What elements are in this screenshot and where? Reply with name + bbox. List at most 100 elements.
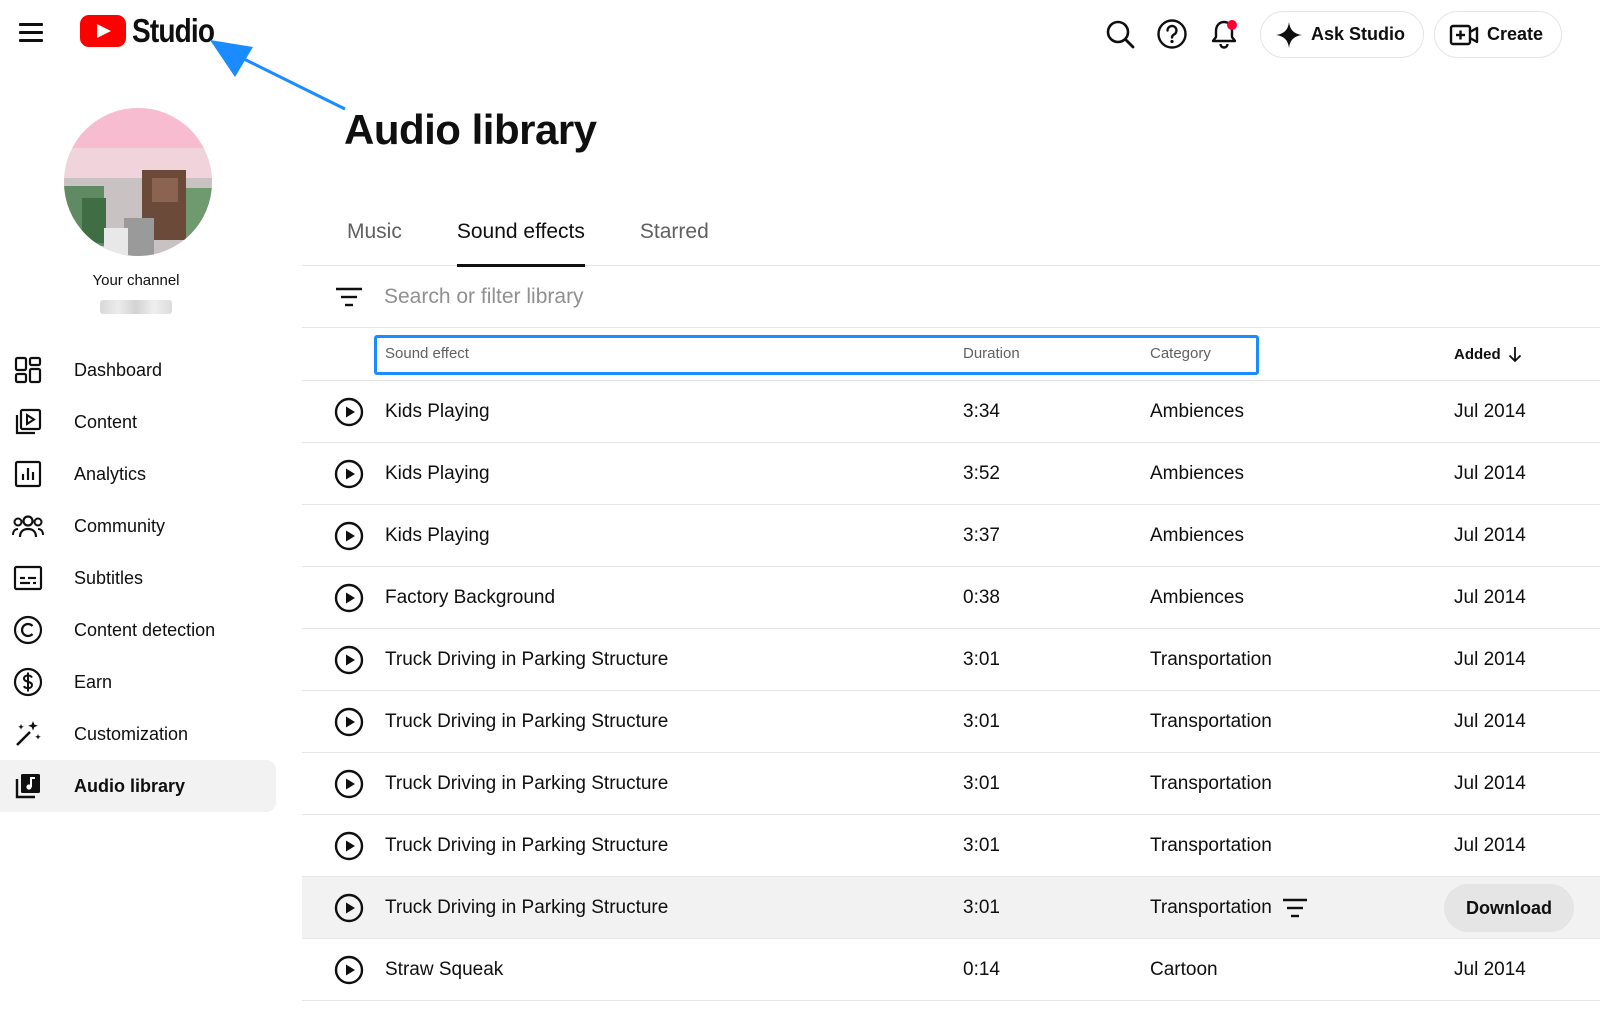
sidebar-item-label: Content detection (74, 619, 216, 640)
play-icon[interactable] (334, 893, 364, 923)
sidebar-item-analytics[interactable]: Analytics (0, 448, 276, 500)
added-date-value: Jul 2014 (1454, 463, 1526, 484)
column-header-category[interactable]: Category (1150, 345, 1211, 362)
table-row[interactable]: Truck Driving in Parking Structure 3:01 Tr… (302, 753, 1600, 815)
sound-effect-name: Truck Driving in Parking Structure (385, 649, 669, 670)
subtitles-icon (12, 562, 44, 594)
table-row[interactable]: Truck Driving in Parking Structure 3:01 Tr… (302, 815, 1600, 877)
sidebar-item-dashboard[interactable]: Dashboard (0, 344, 276, 396)
sidebar-item-label: Content (74, 411, 138, 432)
duration-value: 3:34 (963, 401, 1000, 422)
sidebar-item-content[interactable]: Content (0, 396, 276, 448)
youtube-play-logo-icon (80, 15, 126, 47)
ask-studio-button[interactable]: Ask Studio (1260, 11, 1425, 58)
menu-icon[interactable] (16, 20, 46, 46)
column-header-duration[interactable]: Duration (963, 345, 1020, 362)
table-row[interactable]: Kids Playing 3:34 Ambiences Jul 2014 (302, 381, 1600, 443)
play-icon[interactable] (334, 645, 364, 675)
search-icon[interactable] (1100, 14, 1140, 54)
play-icon[interactable] (334, 459, 364, 489)
sidebar-item-label: Subtitles (74, 567, 144, 588)
play-icon[interactable] (334, 955, 364, 985)
table-row[interactable]: Kids Playing 3:37 Ambiences Jul 2014 (302, 505, 1600, 567)
tab-sound-effects[interactable]: Sound effects (456, 214, 585, 267)
added-date-value: Jul 2014 (1454, 959, 1526, 980)
filter-by-category-icon[interactable] (1282, 897, 1308, 919)
table-row[interactable]: Straw Squeak 0:14 Cartoon Jul 2014 (302, 939, 1600, 1001)
sound-effect-name: Kids Playing (385, 525, 490, 546)
duration-value: 3:01 (963, 649, 1000, 670)
page-title: Audio library (344, 106, 597, 153)
duration-value: 3:01 (963, 711, 1000, 732)
category-value: Transportation (1150, 897, 1272, 918)
youtube-studio-logo[interactable]: Studio (80, 12, 229, 50)
category-value: Cartoon (1150, 959, 1218, 980)
copyright-icon (12, 614, 44, 646)
tab-starred[interactable]: Starred (640, 214, 709, 266)
dollar-icon (12, 666, 44, 698)
added-date-value: Jul 2014 (1454, 525, 1526, 546)
create-button[interactable]: Create (1434, 11, 1563, 58)
play-icon[interactable] (334, 583, 364, 613)
sound-effects-table: Kids Playing 3:34 Ambiences Jul 2014 Kids Pl… (302, 381, 1600, 1001)
duration-value: 3:37 (963, 525, 1000, 546)
sort-arrow-down-icon (1508, 347, 1521, 363)
tab-music[interactable]: Music (347, 214, 402, 266)
play-icon[interactable] (334, 707, 364, 737)
added-date-value: Jul 2014 (1454, 835, 1526, 856)
category-value: Ambiences (1150, 401, 1244, 422)
category-value: Transportation (1150, 835, 1272, 856)
play-icon[interactable] (334, 831, 364, 861)
table-row[interactable]: Kids Playing 3:52 Ambiences Jul 2014 (302, 443, 1600, 505)
sidebar-item-label: Customization (74, 723, 189, 744)
duration-value: 3:52 (963, 463, 1000, 484)
magic-wand-icon (12, 718, 44, 750)
sidebar-item-customization[interactable]: Customization (0, 708, 276, 760)
sidebar-nav: Dashboard Content Analytics Community Su… (0, 344, 276, 812)
sidebar-item-content-detection[interactable]: Content detection (0, 604, 276, 656)
duration-value: 3:01 (963, 897, 1000, 918)
filter-icon[interactable] (334, 284, 364, 310)
sidebar-item-label: Community (74, 515, 166, 536)
sidebar-item-community[interactable]: Community (0, 500, 276, 552)
table-row[interactable]: Truck Driving in Parking Structure 3:01 Tr… (302, 691, 1600, 753)
content-icon (12, 406, 44, 438)
duration-value: 3:01 (963, 835, 1000, 856)
sidebar-item-label: Analytics (74, 463, 147, 484)
sound-effect-name: Kids Playing (385, 463, 490, 484)
sound-effect-name: Truck Driving in Parking Structure (385, 711, 669, 732)
channel-avatar[interactable] (64, 108, 212, 256)
play-icon[interactable] (334, 397, 364, 427)
search-input[interactable] (384, 280, 1084, 314)
create-label: Create (1487, 24, 1544, 44)
category-value: Transportation (1150, 773, 1272, 794)
table-row[interactable]: Truck Driving in Parking Structure 3:01 Tr… (302, 629, 1600, 691)
create-video-icon (1449, 24, 1479, 45)
notifications-icon[interactable] (1204, 14, 1244, 54)
column-header-added[interactable]: Added (1454, 345, 1523, 363)
sidebar-item-earn[interactable]: Earn (0, 656, 276, 708)
help-icon[interactable] (1152, 14, 1192, 54)
sidebar-item-label: Dashboard (74, 359, 163, 380)
dashboard-icon (12, 354, 44, 386)
sound-effect-name: Truck Driving in Parking Structure (385, 773, 669, 794)
sound-effect-name: Factory Background (385, 587, 556, 608)
column-header-added-label: Added (1454, 345, 1501, 363)
sidebar-item-label: Audio library (74, 775, 186, 796)
play-icon[interactable] (334, 521, 364, 551)
category-value: Ambiences (1150, 587, 1244, 608)
sidebar-item-audio-library[interactable]: Audio library (0, 760, 276, 812)
table-row[interactable]: Factory Background 0:38 Ambiences Jul 2014 (302, 567, 1600, 629)
table-row[interactable]: Truck Driving in Parking Structure 3:01 Tr… (302, 877, 1600, 939)
column-header-sound-effect[interactable]: Sound effect (385, 345, 469, 362)
sparkle-icon (1276, 21, 1302, 48)
added-date-value: Jul 2014 (1454, 401, 1526, 422)
annotation-highlight-box (374, 335, 1259, 375)
sidebar-item-subtitles[interactable]: Subtitles (0, 552, 276, 604)
category-value: Ambiences (1150, 463, 1244, 484)
play-icon[interactable] (334, 769, 364, 799)
added-date-value: Jul 2014 (1454, 587, 1526, 608)
download-button[interactable]: Download (1444, 884, 1574, 932)
your-channel-label[interactable]: Your channel (0, 272, 272, 289)
added-date-value: Jul 2014 (1454, 773, 1526, 794)
